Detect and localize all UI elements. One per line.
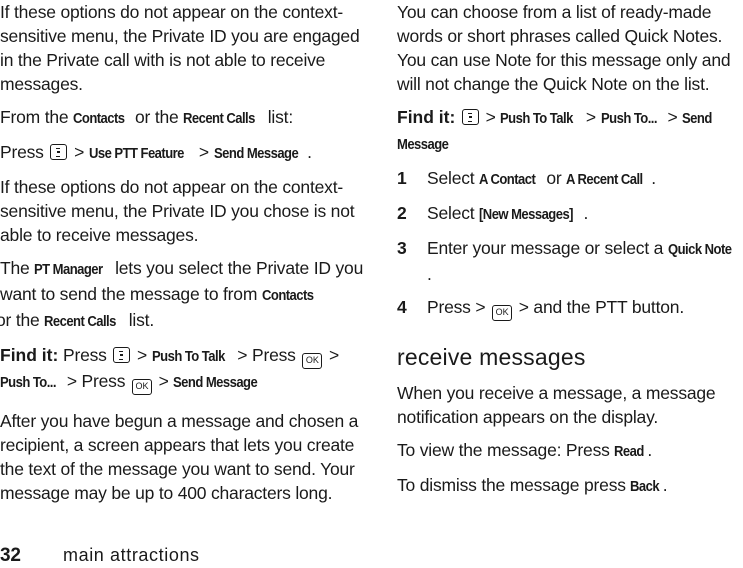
find-it-path-left: Find it: Press > Push To Talk > Press OK…	[0, 343, 370, 395]
right-column: You can choose from a list of ready-made…	[397, 0, 743, 508]
text: Select	[427, 168, 480, 188]
text: >	[194, 142, 214, 162]
menu-term-message: Message	[397, 137, 449, 153]
text: > and the PTT button.	[514, 297, 684, 317]
menu-term-quick-note: Quick Note	[667, 242, 732, 258]
text: >	[132, 345, 152, 365]
menu-term-send-message: Send Message	[173, 375, 258, 391]
text: >	[662, 107, 683, 127]
menu-term-push-to: Push To...	[0, 375, 57, 391]
menu-term-push-to-talk: Push To Talk	[500, 111, 574, 127]
text: >	[581, 107, 601, 127]
find-it-label: Find it:	[397, 107, 456, 127]
section-title: main attractions	[63, 545, 200, 565]
step-text: Select [New Messages].	[427, 201, 588, 227]
text: The	[0, 258, 35, 278]
menu-key-icon	[461, 109, 479, 125]
page-footer: 32 main attractions	[0, 543, 200, 568]
menu-term-a-contact: A Contact	[479, 172, 536, 188]
text: Press >	[427, 297, 491, 317]
menu-key-icon	[113, 347, 131, 363]
paragraph-message-length: After you have begun a message and chose…	[0, 411, 359, 503]
step-number: 1	[397, 168, 407, 188]
step-text: Enter your message or select a Quick Not…	[427, 236, 743, 286]
text: or the	[0, 310, 45, 330]
softkey-read: Read	[614, 444, 645, 460]
left-column: If these options do not appear on the co…	[0, 0, 370, 514]
text: > Press	[62, 371, 130, 391]
section-heading-receive-messages: receive messages	[397, 344, 586, 370]
paragraph-press-use-ptt: Press > Use PTT Feature > Send Message.	[0, 140, 370, 166]
text: list:	[263, 107, 293, 127]
text: Enter your message or select a	[426, 238, 668, 258]
step-text: Press > OK > and the PTT button.	[427, 295, 684, 321]
text: or the	[130, 107, 184, 127]
text: >	[153, 371, 174, 391]
paragraph-pt-manager: The PT Manager lets you select the Priva…	[0, 256, 370, 334]
text: or	[541, 168, 567, 188]
page-number: 32	[0, 545, 21, 566]
menu-term-send: Send	[682, 111, 712, 127]
step-item: 3 Enter your message or select a Quick N…	[397, 236, 743, 286]
paragraph-unavailable-private-call: If these options do not appear on the co…	[0, 2, 360, 94]
menu-term-a-recent-call: A Recent Call	[566, 172, 643, 188]
menu-term-recent-calls: Recent Calls	[183, 111, 256, 127]
text: list.	[124, 310, 154, 330]
ok-key-icon: OK	[131, 379, 152, 395]
menu-term-recent-calls: Recent Calls	[44, 314, 117, 330]
steps-list: 1 Select A Contact or A Recent Call. 2 S…	[397, 166, 743, 321]
softkey-back: Back	[630, 479, 660, 495]
menu-term-pt-manager: PT Manager	[34, 262, 103, 278]
ok-key-icon: OK	[302, 353, 323, 369]
menu-term-push-to: Push To...	[600, 111, 658, 127]
text: > Press	[232, 345, 301, 365]
text: .	[426, 264, 432, 284]
text: From the	[0, 107, 74, 127]
text: >	[324, 345, 340, 365]
menu-term-use-ptt-feature: Use PTT Feature	[88, 146, 184, 162]
find-it-label: Find it:	[0, 345, 59, 365]
paragraph-from-contacts: From the Contacts or the Recent Calls li…	[0, 105, 370, 131]
paragraph-quick-notes: You can choose from a list of ready-made…	[397, 2, 731, 94]
paragraph-unavailable-chosen-id: If these options do not appear on the co…	[0, 177, 355, 245]
text: Select	[427, 203, 480, 223]
step-item: 4 Press > OK > and the PTT button.	[397, 295, 743, 321]
paragraph-view-message: To view the message: Press Read.	[397, 438, 743, 464]
text: To dismiss the message press	[397, 475, 631, 495]
text: Press	[0, 142, 44, 162]
menu-term-send-message: Send Message	[213, 146, 299, 162]
paragraph-dismiss-message: To dismiss the message press Back.	[397, 473, 743, 499]
text: .	[307, 142, 312, 162]
text: .	[651, 168, 656, 188]
text: .	[662, 475, 668, 495]
step-number: 3	[397, 238, 407, 258]
menu-term-contacts: Contacts	[261, 288, 314, 304]
text: .	[647, 440, 653, 460]
step-item: 2 Select [New Messages].	[397, 201, 743, 227]
menu-key-icon	[50, 144, 68, 160]
text: >	[480, 107, 501, 127]
step-text: Select A Contact or A Recent Call.	[427, 166, 656, 192]
text: To view the message: Press	[397, 440, 615, 460]
menu-term-push-to-talk: Push To Talk	[151, 349, 225, 365]
step-number: 2	[397, 203, 407, 223]
step-item: 1 Select A Contact or A Recent Call.	[397, 166, 743, 192]
step-number: 4	[397, 297, 407, 317]
text: Press	[58, 345, 112, 365]
text: .	[583, 203, 589, 223]
ok-key-icon: OK	[492, 305, 513, 321]
menu-term-new-messages: [New Messages]	[479, 207, 574, 223]
menu-term-contacts: Contacts	[73, 111, 125, 127]
text: >	[69, 142, 89, 162]
paragraph-notification: When you receive a message, a message no…	[397, 383, 716, 427]
find-it-path-right: Find it: > Push To Talk > Push To... > S…	[397, 105, 743, 157]
